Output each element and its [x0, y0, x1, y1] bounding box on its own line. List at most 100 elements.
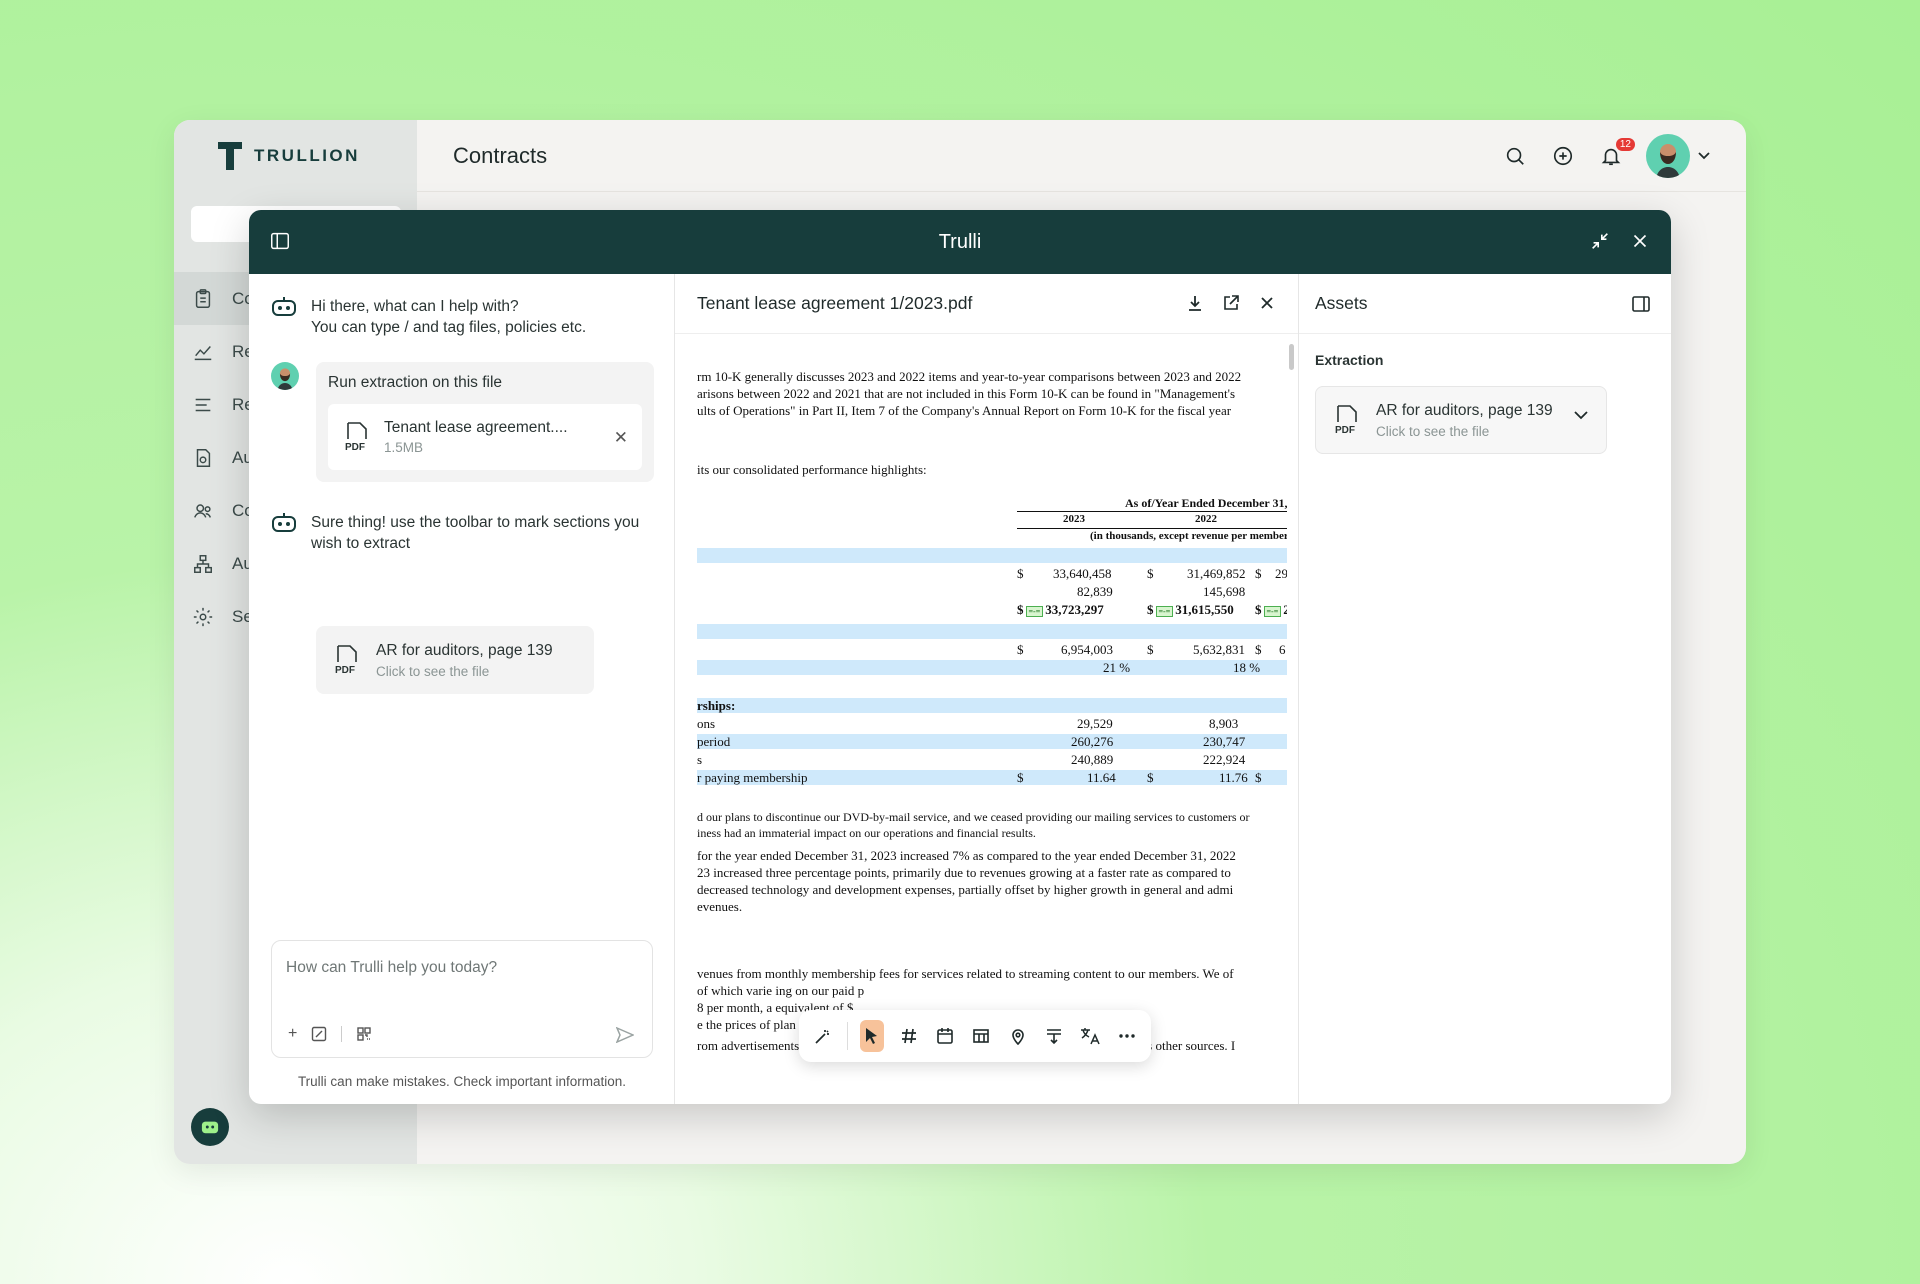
hash-icon [901, 1028, 916, 1044]
column-2022: 2022 [1195, 513, 1217, 525]
asset-info: AR for auditors, page 139 Click to see t… [376, 642, 553, 679]
trulli-chat-launcher[interactable] [191, 1108, 229, 1146]
column-2023: 2023 [1063, 513, 1085, 525]
table-rule [1017, 511, 1287, 512]
bot-icon [201, 1121, 219, 1134]
close-icon[interactable] [1629, 230, 1651, 252]
translate-icon [1081, 1028, 1101, 1045]
message-text: Hi there, what can I help with? You can … [311, 296, 586, 338]
open-external-icon[interactable] [1222, 294, 1240, 312]
document-line: venues from monthly membership fees for … [697, 966, 1234, 981]
logo-text: TRULLION [254, 146, 360, 165]
table-cell: 33,723,297 [1045, 602, 1104, 617]
document-line: evenues. [697, 899, 743, 914]
location-pin-icon [1011, 1029, 1024, 1045]
table-cell: 222,924 [1203, 752, 1246, 767]
total-row: $=-=29 [1255, 602, 1287, 618]
highlighted-row [697, 624, 1287, 639]
text-tool[interactable] [1042, 1020, 1066, 1052]
pdf-label: PDF [345, 442, 365, 452]
send-icon[interactable] [616, 1027, 634, 1043]
location-tool[interactable] [1006, 1020, 1030, 1052]
magic-wand-tool[interactable] [811, 1020, 835, 1052]
table-tool[interactable] [969, 1020, 993, 1052]
pdf-label: PDF [335, 665, 355, 675]
edit-square-icon[interactable] [311, 1026, 327, 1042]
document-line: rm 10-K generally discusses 2023 and 202… [697, 369, 1242, 384]
composer-tools: + [288, 1025, 372, 1043]
row-label: r paying membership [697, 770, 808, 785]
trulli-modal: Trulli Hi there, what can I help with? Y… [249, 210, 1671, 1104]
document-actions [1186, 294, 1276, 312]
chevron-down-icon[interactable] [1698, 152, 1710, 160]
highlighted-row [697, 548, 1287, 563]
extraction-tag[interactable]: =-= [1155, 605, 1174, 617]
search-icon [1506, 147, 1524, 165]
document-line: for the year ended December 31, 2023 inc… [697, 848, 1236, 863]
chat-input-placeholder[interactable]: How can Trulli help you today? [286, 959, 497, 977]
chart-icon [194, 345, 212, 360]
table-cell: 29,529 [1077, 716, 1113, 731]
avatar-image [277, 368, 293, 390]
chat-composer[interactable]: How can Trulli help you today? + [271, 940, 653, 1058]
close-icon[interactable] [1258, 294, 1276, 312]
minimize-icon[interactable] [1589, 230, 1611, 252]
asset-title: AR for auditors, page 139 [376, 641, 553, 659]
plus-icon[interactable]: + [288, 1025, 297, 1043]
extraction-item[interactable]: PDF AR for auditors, page 139 Click to s… [1315, 386, 1607, 454]
extraction-info: AR for auditors, page 139 Click to see t… [1376, 402, 1553, 439]
scrollbar[interactable] [1289, 344, 1294, 370]
reply-line: wish to extract [311, 535, 411, 552]
assets-header: Assets [1299, 274, 1671, 334]
currency: $ [1147, 770, 1154, 785]
currency: $ [1255, 642, 1262, 657]
pdf-file-icon: PDF [335, 645, 357, 675]
user-avatar[interactable] [1646, 134, 1690, 178]
table-header: As of/Year Ended December 31, [1125, 496, 1287, 510]
users-icon [194, 503, 212, 518]
currency: $ [1017, 642, 1024, 657]
extraction-section-label: Extraction [1315, 352, 1384, 368]
plus-circle-icon [1553, 146, 1573, 166]
table-rule [1017, 528, 1287, 529]
currency: $ [1147, 642, 1154, 657]
grid-scan-icon[interactable] [356, 1026, 372, 1042]
translate-tool[interactable] [1078, 1020, 1102, 1052]
table-cell: 31,469,852 [1187, 566, 1246, 581]
currency: $ [1147, 566, 1154, 581]
currency: $ [1255, 566, 1262, 581]
number-tool[interactable] [896, 1020, 920, 1052]
add-button[interactable] [1550, 143, 1576, 169]
more-tool[interactable] [1115, 1020, 1139, 1052]
pdf-file-icon: PDF [344, 422, 370, 453]
logo[interactable]: TRULLION [218, 142, 360, 170]
top-actions: 12 [1502, 134, 1710, 178]
extraction-tag[interactable]: =-= [1025, 605, 1044, 617]
select-tool[interactable] [860, 1020, 885, 1052]
remove-file-button[interactable]: ✕ [614, 428, 628, 448]
chevron-down-icon[interactable] [1574, 411, 1588, 420]
toggle-sidebar-button[interactable] [269, 230, 291, 257]
document-page[interactable]: rm 10-K generally discusses 2023 and 202… [697, 334, 1287, 1104]
date-tool[interactable] [933, 1020, 957, 1052]
asset-link-chip[interactable]: PDF AR for auditors, page 139 Click to s… [316, 626, 594, 694]
disclaimer: Trulli can make mistakes. Check importan… [297, 1074, 627, 1089]
list-icon [195, 398, 211, 411]
panel-toggle-icon[interactable] [1631, 294, 1651, 314]
document-search-icon [196, 448, 211, 467]
table-icon [973, 1029, 990, 1043]
currency: $ [1255, 770, 1262, 785]
notifications-button[interactable]: 12 [1598, 138, 1635, 169]
extraction-tag[interactable]: =-= [1263, 605, 1282, 617]
gear-icon [193, 607, 213, 626]
search-button[interactable] [1502, 143, 1528, 169]
hierarchy-icon [194, 554, 212, 573]
extraction-subtitle: Click to see the file [1376, 423, 1490, 439]
attached-file-chip[interactable]: PDF Tenant lease agreement.... 1.5MB ✕ [328, 404, 642, 470]
sidebar-panel-icon [271, 232, 289, 250]
table-cell: 31,615,550 [1175, 602, 1234, 617]
table-cell: 29 [1275, 566, 1287, 581]
section-label: rships: [697, 698, 736, 713]
download-icon[interactable] [1186, 294, 1204, 312]
total-row: $ =-= 31,615,550 [1147, 602, 1234, 618]
